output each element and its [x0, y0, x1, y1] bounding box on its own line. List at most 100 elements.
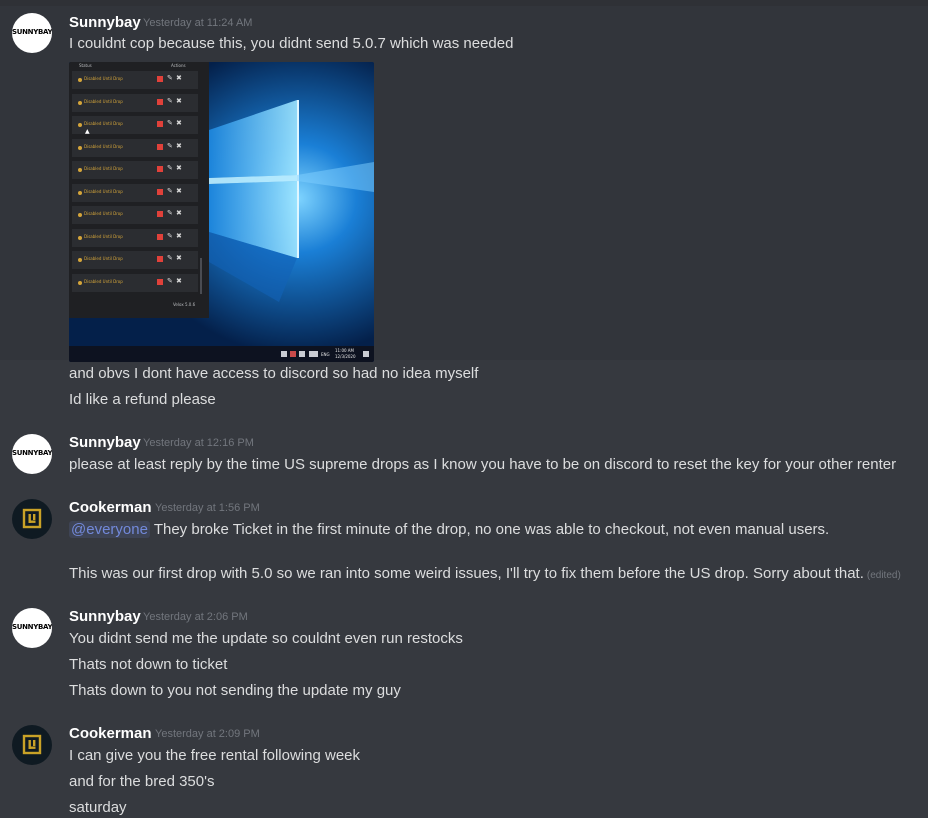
message-text: and obvs I dont have access to discord s…: [69, 365, 479, 382]
everyone-mention[interactable]: @everyone: [69, 521, 150, 538]
status-dot-icon: [78, 258, 82, 262]
author-name[interactable]: Sunnybay: [69, 608, 141, 625]
trash-icon: ✖: [176, 186, 182, 195]
task-status: Disabled Until Drop: [84, 211, 123, 216]
trash-icon: ✖: [176, 209, 182, 217]
avatar[interactable]: SUNNYBAY: [12, 608, 52, 648]
author-name[interactable]: Sunnybay: [69, 434, 141, 451]
timestamp[interactable]: Yesterday at 12:16 PM: [143, 437, 254, 449]
status-dot-icon: [78, 213, 82, 217]
status-dot-icon: [78, 168, 82, 172]
edited-label: (edited): [866, 570, 901, 581]
task-row: Disabled Until Drop ✎ ✖: [72, 71, 198, 89]
task-row: Disabled Until Drop ✎ ✖: [72, 273, 198, 292]
stop-icon: [157, 233, 163, 240]
message-group[interactable]: SUNNYBAY Sunnybay Yesterday at 12:16 PM …: [0, 426, 928, 482]
message-text: saturday: [69, 799, 127, 816]
scrollbar: [200, 258, 202, 294]
author-name[interactable]: Cookerman: [69, 725, 152, 742]
task-status: Disabled Until Drop: [84, 143, 123, 149]
timestamp[interactable]: Yesterday at 2:06 PM: [143, 611, 248, 623]
app-version: Velox 5.0.6: [173, 302, 196, 307]
trash-icon: ✖: [176, 96, 182, 105]
avatar[interactable]: SUNNYBAY: [12, 13, 52, 53]
pencil-icon: ✎: [167, 74, 173, 82]
task-row: Disabled Until Drop ✎ ✖: [72, 183, 198, 202]
task-row: Disabled Until Drop ✎ ✖: [72, 161, 198, 179]
pencil-icon: ✎: [167, 209, 173, 217]
status-dot-icon: [78, 145, 82, 150]
message-text-span: They broke Ticket in the first minute of…: [149, 521, 830, 538]
task-row: Disabled Until Drop ✎ ✖: [72, 93, 198, 112]
keyboard-icon: [309, 351, 318, 357]
trash-icon: ✖: [176, 164, 182, 172]
trash-icon: ✖: [176, 141, 182, 150]
author-name[interactable]: Sunnybay: [69, 14, 141, 31]
task-row: Disabled Until Drop ✎ ✖: [72, 206, 198, 224]
avatar[interactable]: [12, 499, 52, 539]
task-status: Disabled Until Drop: [84, 278, 123, 284]
message-group[interactable]: Cookerman Yesterday at 2:09 PM I can giv…: [0, 716, 928, 817]
status-dot-icon: [78, 100, 82, 105]
pencil-icon: ✎: [167, 254, 173, 262]
bot-app-window: Status Actions Disabled Until Drop ✎ ✖ Disa…: [69, 62, 209, 318]
avatar-text: SUNNYBAY: [12, 449, 52, 457]
message-text: Thats down to you not sending the update…: [69, 682, 401, 699]
timestamp[interactable]: Yesterday at 11:24 AM: [143, 17, 252, 29]
avatar-text: SUNNYBAY: [12, 623, 52, 631]
cookerman-logo-icon: [22, 508, 42, 529]
status-dot-icon: [78, 123, 82, 127]
stop-icon: [157, 76, 163, 82]
taskbar: ENG 11:00 AM 12/3/2020: [69, 346, 374, 362]
status-dot-icon: [78, 280, 82, 285]
timestamp[interactable]: Yesterday at 1:56 PM: [155, 502, 260, 514]
task-row: Disabled Until Drop ✎ ✖: [72, 138, 198, 157]
message-text: You didnt send me the update so couldnt …: [69, 630, 463, 647]
stop-icon: [157, 143, 163, 150]
message-text: This was our first drop with 5.0 so we r…: [69, 564, 901, 586]
task-status: Disabled Until Drop: [84, 233, 123, 239]
status-dot-icon: [78, 78, 82, 82]
message-text: Thats not down to ticket: [69, 656, 228, 673]
stop-icon: [157, 256, 163, 262]
message-text: I couldnt cop because this, you didnt se…: [69, 35, 514, 52]
avatar[interactable]: SUNNYBAY: [12, 434, 52, 474]
column-header-status: Status: [79, 63, 92, 68]
pencil-icon: ✎: [167, 231, 173, 240]
message-text: I can give you the free rental following…: [69, 747, 360, 764]
message-text-span: This was our first drop with 5.0 so we r…: [69, 565, 864, 582]
notification-icon: [363, 351, 369, 357]
author-name[interactable]: Cookerman: [69, 499, 152, 516]
task-status: Disabled Until Drop: [84, 166, 123, 171]
trash-icon: ✖: [176, 231, 182, 240]
power-icon: [299, 351, 305, 357]
pencil-icon: ✎: [167, 276, 173, 285]
task-status: Disabled Until Drop: [84, 76, 123, 81]
pencil-icon: ✎: [167, 119, 173, 127]
task-row: Disabled Until Drop ✎ ✖: [72, 116, 198, 134]
network-icon: [281, 351, 287, 357]
pencil-icon: ✎: [167, 141, 173, 150]
avatar[interactable]: [12, 725, 52, 765]
message-group[interactable]: Cookerman Yesterday at 1:56 PM @everyone…: [0, 490, 928, 590]
task-status: Disabled Until Drop: [84, 121, 123, 126]
task-status: Disabled Until Drop: [84, 98, 123, 104]
taskbar-date: 12/3/2020: [335, 354, 356, 359]
status-dot-icon: [78, 190, 82, 195]
trash-icon: ✖: [176, 74, 182, 82]
message-group[interactable]: SUNNYBAY Sunnybay Yesterday at 2:06 PM Y…: [0, 600, 928, 708]
task-row: Disabled Until Drop ✎ ✖: [72, 251, 198, 269]
pencil-icon: ✎: [167, 164, 173, 172]
task-row: Disabled Until Drop ✎ ✖: [72, 228, 198, 247]
stop-icon: [157, 278, 163, 285]
message-group[interactable]: SUNNYBAY Sunnybay Yesterday at 11:24 AM …: [0, 6, 928, 382]
column-header-actions: Actions: [171, 63, 186, 68]
stop-icon: [157, 121, 163, 127]
stop-icon: [157, 98, 163, 105]
message-text: and for the bred 350's: [69, 773, 215, 790]
stop-icon: [157, 166, 163, 172]
avatar-text: SUNNYBAY: [12, 28, 52, 36]
trash-icon: ✖: [176, 254, 182, 262]
timestamp[interactable]: Yesterday at 2:09 PM: [155, 728, 260, 740]
image-attachment[interactable]: Status Actions Disabled Until Drop ✎ ✖ Disa…: [69, 62, 374, 362]
